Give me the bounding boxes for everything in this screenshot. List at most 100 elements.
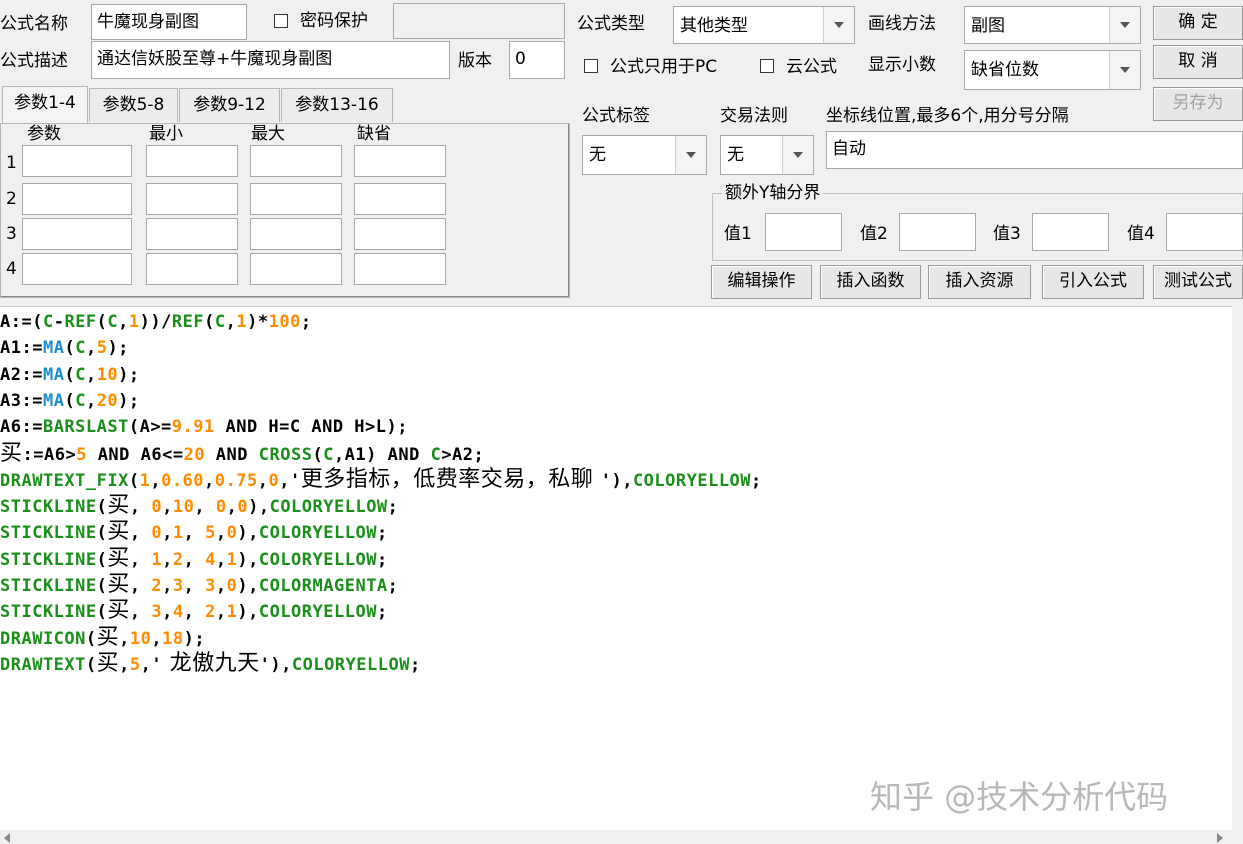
code-token: (	[64, 390, 76, 411]
code-token: 龙傲九天	[162, 650, 260, 676]
code-token: 18	[162, 628, 184, 649]
pc-only-checkbox[interactable]	[584, 59, 598, 73]
code-token: 3	[172, 576, 184, 596]
code-token: ;	[300, 312, 312, 332]
param-4-default[interactable]	[354, 253, 446, 285]
code-token: 买	[107, 493, 130, 519]
param-3-min[interactable]	[146, 218, 238, 250]
horizontal-scrollbar[interactable]	[0, 830, 1243, 844]
param-4-name[interactable]	[22, 253, 132, 285]
param-row-index: 4	[6, 259, 17, 279]
code-token: ,	[129, 576, 152, 596]
version-input[interactable]: 0	[509, 41, 565, 79]
code-token: ))/	[139, 312, 172, 332]
code-token: ,	[118, 312, 129, 332]
param-4-max[interactable]	[250, 253, 342, 285]
coord-line-label: 坐标线位置,最多6个,用分号分隔	[826, 106, 1069, 126]
param-1-default[interactable]	[354, 145, 446, 177]
formula-type-select[interactable]: 其他类型	[673, 6, 855, 44]
code-token: 100	[268, 312, 301, 332]
code-token: AND H=C AND H>L);	[214, 417, 408, 438]
draw-method-select[interactable]: 副图	[964, 6, 1141, 44]
param-1-name[interactable]	[22, 145, 132, 177]
code-token: -	[53, 312, 65, 332]
code-token: COLORMAGENTA	[258, 576, 388, 596]
tab-params-5-8[interactable]: 参数5-8	[89, 88, 178, 122]
code-token: MA	[42, 390, 65, 411]
scroll-right-icon[interactable]	[1217, 833, 1223, 843]
trade-rule-select[interactable]: 无	[720, 135, 814, 175]
code-token: (	[204, 312, 215, 332]
code-token: (	[96, 523, 108, 544]
coord-line-input[interactable]: 自动	[826, 131, 1243, 169]
code-token: MA	[42, 364, 65, 385]
password-checkbox[interactable]	[274, 14, 288, 28]
param-2-default[interactable]	[354, 183, 446, 215]
tab-params-13-16[interactable]: 参数13-16	[281, 88, 393, 122]
draw-method-label: 画线方法	[868, 14, 936, 34]
formula-desc-label: 公式描述	[0, 51, 68, 71]
save-as-button[interactable]: 另存为	[1153, 87, 1243, 121]
code-token: A6:=	[0, 417, 43, 438]
param-row-index: 3	[6, 224, 17, 244]
code-token: ,	[85, 364, 97, 385]
param-3-name[interactable]	[22, 218, 132, 250]
code-token: 4	[172, 602, 184, 623]
edit-operation-button[interactable]: 编辑操作	[711, 265, 812, 299]
chevron-down-icon[interactable]	[782, 136, 813, 174]
formula-tag-select[interactable]: 无	[582, 135, 707, 175]
scroll-left-icon[interactable]	[4, 833, 10, 843]
param-2-max[interactable]	[250, 183, 342, 215]
code-line: 买:=A6>5 AND A6<=20 AND CROSS(C,A1) AND C…	[0, 441, 484, 467]
insert-function-button[interactable]: 插入函数	[820, 265, 921, 299]
code-token: STICKLINE	[0, 497, 97, 518]
y-value-2-input[interactable]	[899, 213, 976, 251]
insert-resource-button[interactable]: 插入资源	[928, 265, 1031, 299]
y-value-4-input[interactable]	[1166, 213, 1243, 251]
code-token: )*	[247, 312, 269, 332]
param-3-default[interactable]	[354, 218, 446, 250]
code-token: ,	[215, 576, 227, 596]
code-token: 5	[76, 444, 87, 465]
code-editor[interactable]: A:=(C-REF(C,1))/REF(C,1)*100; A1:=MA(C,5)…	[0, 306, 1232, 831]
chevron-down-icon[interactable]	[675, 136, 706, 174]
tab-params-9-12[interactable]: 参数9-12	[179, 88, 280, 122]
code-token: 0	[151, 523, 163, 544]
code-token: 0	[268, 470, 280, 491]
test-formula-button[interactable]: 测试公式	[1153, 265, 1243, 299]
y-value-1-input[interactable]	[765, 213, 842, 251]
code-token: ,	[119, 654, 130, 675]
y-value-3-input[interactable]	[1032, 213, 1109, 251]
code-token: ,	[85, 390, 97, 411]
import-formula-button[interactable]: 引入公式	[1042, 265, 1144, 299]
code-token: ,	[215, 549, 227, 570]
vertical-scrollbar[interactable]	[1232, 306, 1243, 830]
chevron-down-icon[interactable]	[1109, 51, 1140, 89]
chevron-down-icon[interactable]	[823, 7, 854, 43]
param-2-name[interactable]	[22, 183, 132, 215]
y-value-3-label: 值3	[993, 224, 1021, 244]
param-1-min[interactable]	[146, 145, 238, 177]
formula-desc-input[interactable]: 通达信妖股至尊+牛魔现身副图	[91, 41, 450, 79]
code-token: ,	[257, 470, 269, 491]
code-token: AND	[205, 444, 259, 465]
param-4-min[interactable]	[146, 253, 238, 285]
code-token: );	[107, 338, 129, 359]
decimals-select[interactable]: 缺省位数	[964, 50, 1141, 90]
param-header-default: 缺省	[357, 124, 391, 144]
param-2-min[interactable]	[146, 183, 238, 215]
code-token: 5	[129, 654, 141, 675]
code-token: C	[75, 364, 86, 385]
code-token: 买	[107, 519, 130, 545]
formula-name-input[interactable]: 牛魔现身副图	[91, 4, 247, 40]
code-token: 0	[237, 497, 249, 518]
cloud-checkbox[interactable]	[760, 59, 774, 73]
chevron-down-icon[interactable]	[1109, 7, 1140, 43]
tab-params-1-4[interactable]: 参数1-4	[2, 86, 88, 124]
param-3-max[interactable]	[250, 218, 342, 250]
y-value-1-label: 值1	[724, 224, 752, 244]
cancel-button[interactable]: 取 消	[1153, 45, 1243, 79]
ok-button[interactable]: 确 定	[1153, 6, 1243, 40]
password-input[interactable]	[393, 3, 565, 39]
param-1-max[interactable]	[250, 145, 342, 177]
